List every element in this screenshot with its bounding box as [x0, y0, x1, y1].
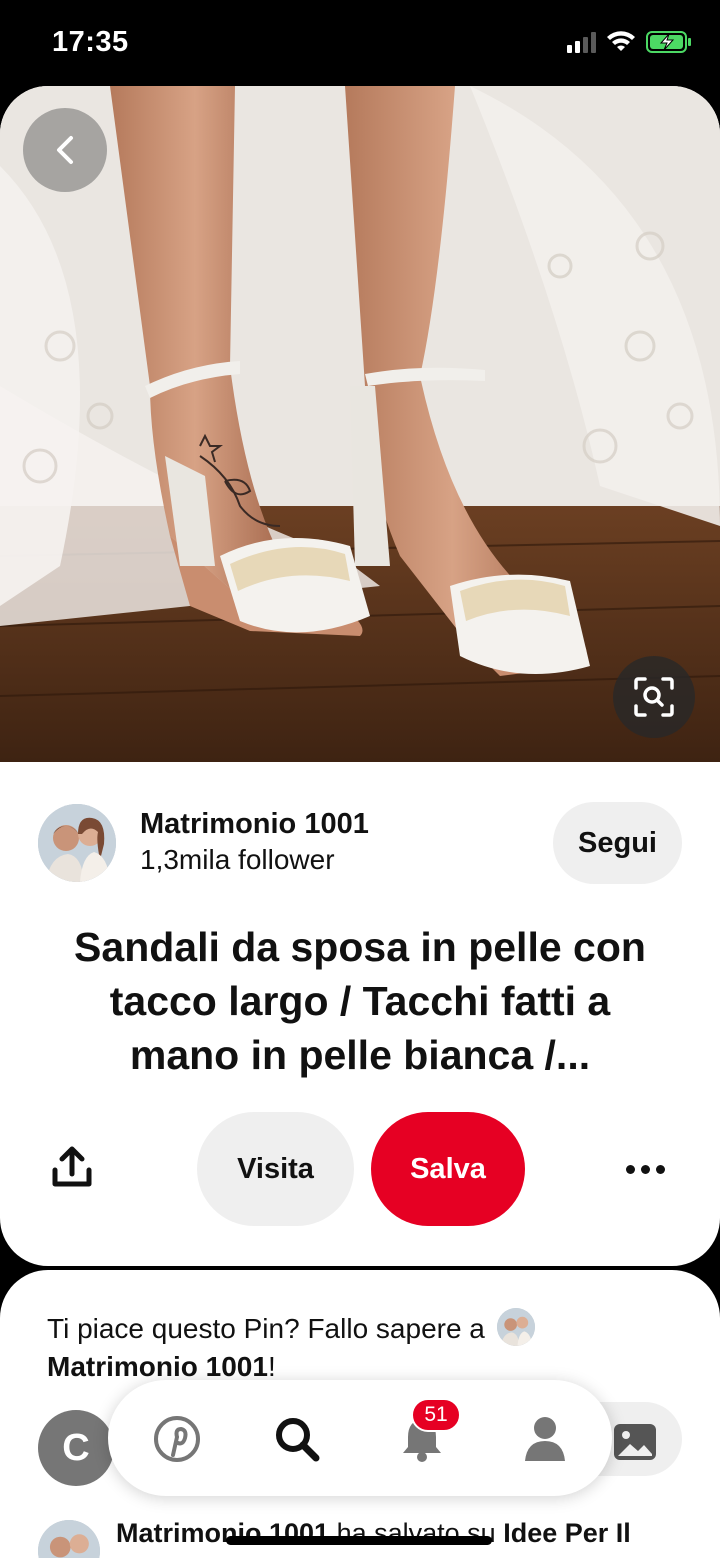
creator-inline-avatar-photo	[496, 1308, 535, 1346]
saved-creator-avatar-photo	[38, 1520, 100, 1558]
comment-prompt-text: Ti piace questo Pin? Fallo sapere a	[47, 1313, 485, 1344]
more-icon[interactable]	[626, 1154, 670, 1184]
chevron-left-icon	[57, 136, 73, 164]
visual-search-icon	[634, 677, 674, 717]
user-avatar[interactable]: C	[38, 1410, 114, 1486]
pin-card: Matrimonio 1001 1,3mila follower Segui S…	[0, 86, 720, 1266]
nav-search[interactable]	[272, 1414, 322, 1464]
wifi-icon	[607, 31, 635, 51]
pin-photo	[0, 86, 720, 762]
home-indicator	[226, 1536, 492, 1545]
comment-prompt-suffix: !	[267, 1351, 276, 1382]
notification-badge: 51	[411, 1398, 461, 1432]
status-icons	[567, 30, 692, 54]
pin-image[interactable]	[0, 86, 720, 762]
pinterest-logo-icon	[154, 1416, 200, 1462]
back-button[interactable]	[23, 108, 107, 192]
pin-title-line-2: tacco largo / Tacchi fatti a	[109, 978, 611, 1024]
share-icon	[52, 1146, 92, 1187]
comment-prompt-creator[interactable]: Matrimonio 1001	[47, 1351, 268, 1382]
visual-search-button[interactable]	[613, 656, 695, 738]
creator-row: Matrimonio 1001 1,3mila follower Segui	[0, 800, 720, 890]
nav-home[interactable]	[152, 1414, 202, 1464]
saved-board-name[interactable]: Idee Per Il	[503, 1518, 631, 1548]
search-icon	[276, 1418, 320, 1462]
save-button[interactable]: Salva	[371, 1112, 525, 1226]
battery-charging-icon	[646, 31, 691, 53]
status-bar: 17:35	[0, 0, 720, 86]
creator-followers: 1,3mila follower	[140, 844, 335, 875]
image-icon[interactable]	[612, 1422, 658, 1462]
visit-button[interactable]: Visita	[197, 1112, 354, 1226]
creator-avatar[interactable]	[38, 804, 116, 882]
signal-icon	[567, 31, 596, 53]
action-row: Visita Salva	[0, 1112, 720, 1228]
pin-title: Sandali da sposa in pelle con tacco larg…	[40, 920, 680, 1082]
creator-inline-avatar	[496, 1308, 535, 1346]
bottom-nav: 51	[108, 1380, 612, 1496]
status-time: 17:35	[52, 26, 129, 58]
pin-title-line-3: mano in pelle bianca /...	[129, 1032, 591, 1078]
share-button[interactable]	[48, 1144, 96, 1192]
creator-name[interactable]: Matrimonio 1001	[140, 808, 369, 841]
comment-prompt: Ti piace questo Pin? Fallo sapere a Matr…	[47, 1308, 677, 1386]
creator-avatar-photo	[38, 804, 116, 882]
pin-title-line-1: Sandali da sposa in pelle con	[74, 924, 646, 970]
profile-icon	[525, 1417, 565, 1461]
saved-creator-avatar[interactable]	[38, 1520, 100, 1558]
nav-profile[interactable]	[520, 1414, 570, 1464]
follow-button[interactable]: Segui	[553, 802, 682, 884]
